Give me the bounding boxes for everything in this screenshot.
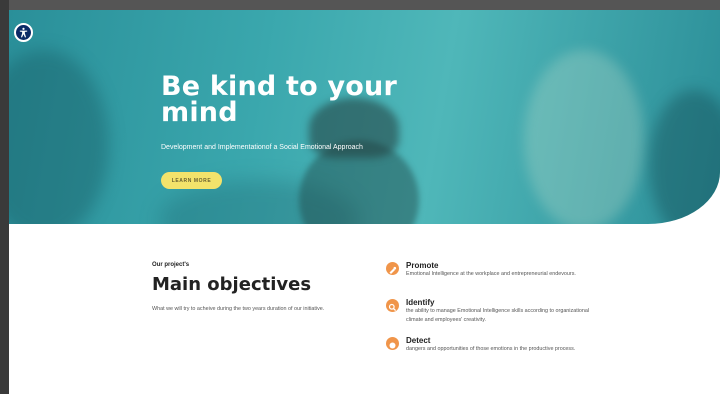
detect-icon — [386, 337, 399, 350]
section-title: Main objectives — [152, 274, 312, 295]
accessibility-icon — [19, 27, 28, 38]
hero-title: Be kind to your mind — [161, 71, 397, 128]
background-figure — [649, 90, 720, 224]
background-figure — [524, 50, 644, 224]
hero-banner: Be kind to your mind Development and Imp… — [9, 10, 720, 224]
background-figure — [9, 50, 109, 224]
objective-title: Promote — [406, 261, 439, 270]
promote-icon — [386, 262, 399, 275]
window-frame-top — [0, 0, 720, 10]
section-eyebrow: Our project's — [152, 262, 190, 268]
objective-title: Identify — [406, 298, 435, 307]
window-frame-left — [0, 0, 9, 394]
learn-more-button[interactable]: LEARN MORE — [161, 172, 222, 189]
section-description: What we will try to acheive during the t… — [152, 306, 325, 312]
accessibility-button[interactable] — [14, 23, 33, 42]
search-icon — [386, 299, 399, 312]
objective-text: Emotional Intelligence at the workplace … — [406, 271, 576, 277]
objective-text: the ability to manage Emotional Intellig… — [406, 308, 590, 323]
objective-text: dangers and opportunities of those emoti… — [406, 346, 576, 352]
hero-subtitle: Development and Implementationof a Socia… — [161, 144, 363, 151]
page: Be kind to your mind Development and Imp… — [0, 0, 720, 394]
objective-title: Detect — [406, 336, 431, 345]
